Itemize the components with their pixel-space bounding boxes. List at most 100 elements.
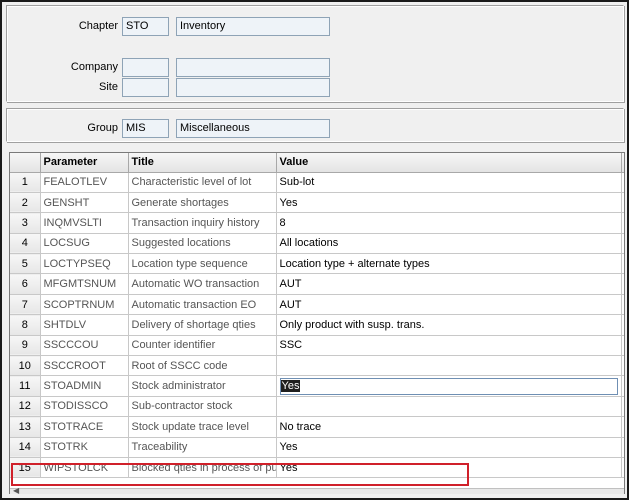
extra-cell [621,253,624,275]
value-cell[interactable]: AUT [276,273,622,295]
title-cell: Stock administrator [128,375,277,397]
parameter-cell: LOCSUG [40,233,129,255]
table-row[interactable]: 13 STOTRACE Stock update trace level No tra… [10,416,624,438]
parameter-cell: SCOPTRNUM [40,294,129,316]
parameter-cell: STOTRK [40,437,129,458]
grid-header-row: Parameter Title Value S [10,153,624,173]
row-number-cell: 15 [10,457,41,479]
scroll-left-arrow-icon[interactable]: ◀ [13,486,19,495]
title-cell: Counter identifier [128,335,277,357]
table-row[interactable]: 11 STOADMIN Stock administrator Yes [10,375,624,397]
grid-body: 1 FEALOTLEV Characteristic level of lot Sub… [10,172,624,479]
table-row[interactable]: 5 LOCTYPSEQ Location type sequence Location… [10,253,624,275]
row-number-cell: 1 [10,172,41,193]
row-number-cell: 14 [10,437,41,458]
parameter-cell: LOCTYPSEQ [40,253,129,275]
title-cell: Location type sequence [128,253,277,275]
value-cell[interactable]: Yes [276,375,622,397]
extra-column-header[interactable]: S [621,153,624,173]
selected-value-text: Yes [280,379,301,392]
title-cell: Transaction inquiry history [128,212,277,234]
site-label: Site [99,81,118,93]
value-cell[interactable]: SSC [276,335,622,357]
row-number-cell: 9 [10,335,41,357]
table-row[interactable]: 12 STODISSCO Sub-contractor stock [10,396,624,418]
table-row[interactable]: 6 MFGMTSNUM Automatic WO transaction AUT [10,273,624,295]
extra-cell [621,437,624,458]
title-cell: Characteristic level of lot [128,172,277,193]
horizontal-scrollbar[interactable]: ◀ [10,486,624,495]
title-cell: Root of SSCC code [128,355,277,377]
value-cell[interactable]: Yes [276,192,622,214]
value-cell[interactable]: 8 [276,212,622,234]
value-cell[interactable] [276,355,622,377]
extra-cell [621,192,624,214]
value-cell[interactable]: Sub-lot [276,172,622,193]
table-row[interactable]: 9 SSCCCOU Counter identifier SSC [10,335,624,357]
title-cell: Sub-contractor stock [128,396,277,418]
title-cell: Blocked qties in process of pu [128,457,277,479]
parameter-cell: STOADMIN [40,375,129,397]
title-cell: Stock update trace level [128,416,277,438]
table-row[interactable]: 10 SSCCROOT Root of SSCC code [10,355,624,377]
row-number-cell: 7 [10,294,41,316]
value-cell[interactable]: Yes [276,457,622,479]
value-cell[interactable]: No trace [276,416,622,438]
extra-cell [621,233,624,255]
value-edit-field[interactable]: Yes [279,377,618,395]
parameter-cell: SHTDLV [40,314,129,336]
table-row[interactable]: 2 GENSHT Generate shortages Yes [10,192,624,214]
row-number-cell: 10 [10,355,41,377]
table-row[interactable]: 1 FEALOTLEV Characteristic level of lot Sub… [10,172,624,193]
title-cell: Automatic WO transaction [128,273,277,295]
parameter-grid: Parameter Title Value S 1FEALOTLEVCharac… [9,152,625,494]
title-cell: Generate shortages [128,192,277,214]
extra-cell [621,457,624,479]
extra-cell [621,335,624,357]
parameter-cell: STODISSCO [40,396,129,418]
row-number-cell: 6 [10,273,41,295]
row-number-cell: 5 [10,253,41,275]
site-code-field[interactable] [122,78,169,97]
group-label: Group [87,122,118,134]
site-name-field [176,78,330,97]
company-code-field[interactable] [122,58,169,77]
extra-cell [621,375,624,397]
chapter-label: Chapter [78,20,118,32]
extra-cell [621,396,624,418]
extra-cell [621,355,624,377]
extra-cell [621,212,624,234]
parameter-cell: WIPSTOLCK [40,457,129,479]
parameter-table: Parameter Title Value S 1FEALOTLEVCharac… [10,153,624,479]
chapter-name-field: Inventory [176,17,330,36]
value-cell[interactable]: AUT [276,294,622,316]
group-panel: Group MIS Miscellaneous [6,108,624,142]
extra-cell [621,172,624,193]
parameter-cell: GENSHT [40,192,129,214]
value-cell[interactable] [276,396,622,418]
table-row[interactable]: 15 WIPSTOLCK Blocked qties in process of p… [10,457,624,479]
parameter-column-header[interactable]: Parameter [40,153,129,173]
parameter-cell: INQMVSLTI [40,212,129,234]
value-cell[interactable]: Location type + alternate types [276,253,622,275]
row-number-cell: 2 [10,192,41,214]
extra-cell [621,273,624,295]
parameter-cell: SSCCROOT [40,355,129,377]
value-cell[interactable]: Only product with susp. trans. [276,314,622,336]
row-number-header [10,153,41,173]
table-row[interactable]: 4 LOCSUG Suggested locations All locations [10,233,624,255]
title-column-header[interactable]: Title [128,153,277,173]
table-row[interactable]: 8 SHTDLV Delivery of shortage qties Only pr… [10,314,624,336]
table-row[interactable]: 3 INQMVSLTI Transaction inquiry history 8 [10,212,624,234]
group-code-field[interactable]: MIS [122,119,169,138]
chapter-code-field[interactable]: STO [122,17,169,36]
table-row[interactable]: 7 SCOPTRNUM Automatic transaction EO AUT [10,294,624,316]
value-column-header[interactable]: Value [276,153,622,173]
chapter-panel: Chapter STO Inventory Company Site [6,5,624,102]
value-cell[interactable]: Yes [276,437,622,458]
extra-cell [621,294,624,316]
row-number-cell: 4 [10,233,41,255]
table-row[interactable]: 14 STOTRK Traceability Yes [10,437,624,458]
value-cell[interactable]: All locations [276,233,622,255]
parameter-cell: SSCCCOU [40,335,129,357]
